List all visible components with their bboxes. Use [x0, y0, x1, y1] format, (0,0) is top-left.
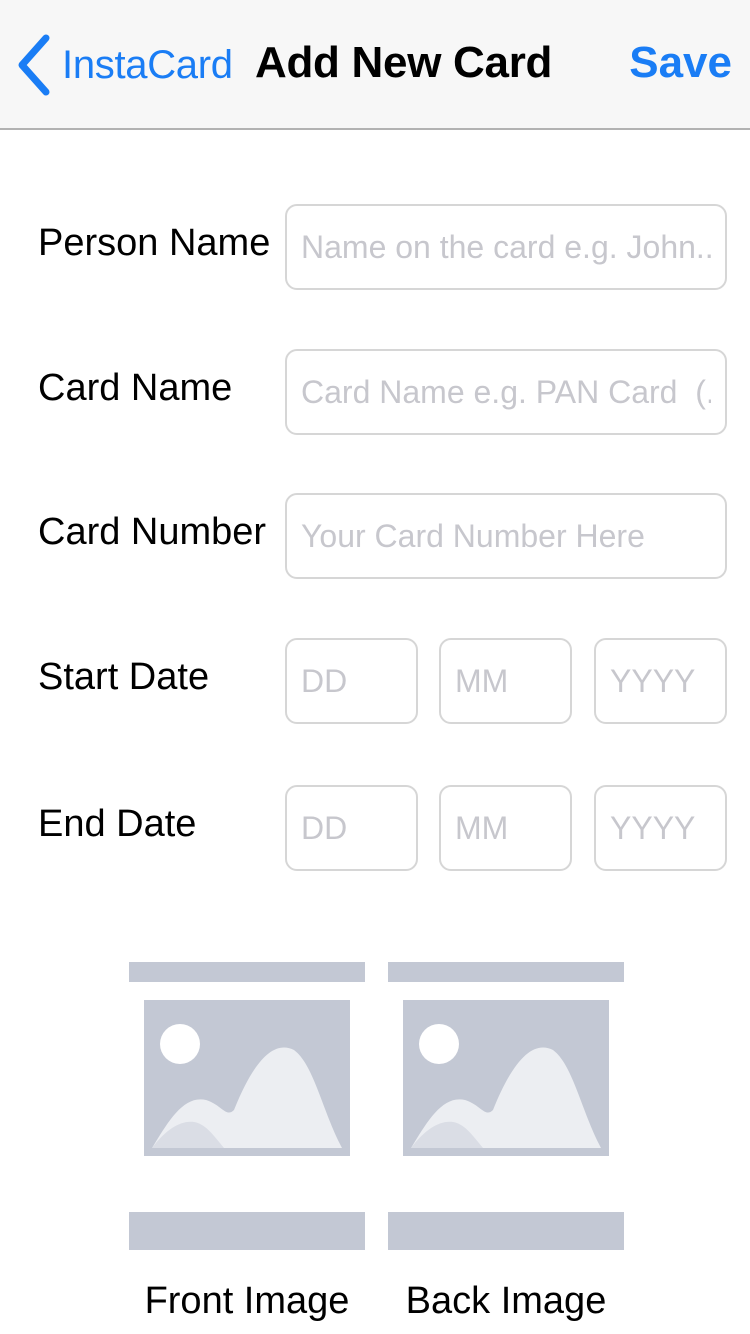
navigation-bar: InstaCard Add New Card Save — [0, 0, 750, 130]
end-year-input[interactable] — [610, 787, 711, 869]
back-image-bottom-bar — [388, 1212, 624, 1250]
back-button-label: InstaCard — [62, 42, 233, 87]
image-placeholder-icon — [144, 1000, 350, 1156]
person-name-input[interactable] — [301, 206, 711, 288]
card-name-input[interactable] — [301, 351, 711, 433]
card-number-label: Card Number — [38, 511, 267, 553]
front-image-bottom-bar — [129, 1212, 365, 1250]
card-number-field[interactable] — [285, 493, 727, 579]
start-date-row: Start Date — [0, 638, 750, 726]
card-number-input[interactable] — [301, 495, 711, 577]
front-image-picker[interactable] — [129, 962, 365, 1252]
image-placeholder-icon — [403, 1000, 609, 1156]
start-year-field[interactable] — [594, 638, 727, 724]
end-date-label: End Date — [38, 803, 197, 845]
start-month-input[interactable] — [455, 640, 556, 722]
start-day-input[interactable] — [301, 640, 402, 722]
start-date-label: Start Date — [38, 656, 210, 698]
start-year-input[interactable] — [610, 640, 711, 722]
end-month-field[interactable] — [439, 785, 572, 871]
end-day-field[interactable] — [285, 785, 418, 871]
person-name-label: Person Name — [38, 222, 271, 264]
front-image-top-bar — [129, 962, 365, 982]
save-button[interactable]: Save — [629, 38, 732, 88]
card-name-field[interactable] — [285, 349, 727, 435]
end-date-row: End Date — [0, 785, 750, 873]
person-name-row: Person Name — [0, 204, 750, 292]
back-image-top-bar — [388, 962, 624, 982]
chevron-left-icon — [18, 34, 50, 96]
back-image-caption: Back Image — [405, 1280, 607, 1322]
front-image-caption: Front Image — [144, 1280, 350, 1322]
card-name-label: Card Name — [38, 367, 233, 409]
page-title: Add New Card — [255, 38, 553, 87]
back-button[interactable]: InstaCard — [16, 32, 233, 98]
card-number-row: Card Number — [0, 493, 750, 581]
back-image-picker[interactable] — [388, 962, 624, 1252]
end-year-field[interactable] — [594, 785, 727, 871]
person-name-field[interactable] — [285, 204, 727, 290]
end-day-input[interactable] — [301, 787, 402, 869]
card-name-row: Card Name — [0, 349, 750, 437]
end-month-input[interactable] — [455, 787, 556, 869]
start-day-field[interactable] — [285, 638, 418, 724]
start-month-field[interactable] — [439, 638, 572, 724]
